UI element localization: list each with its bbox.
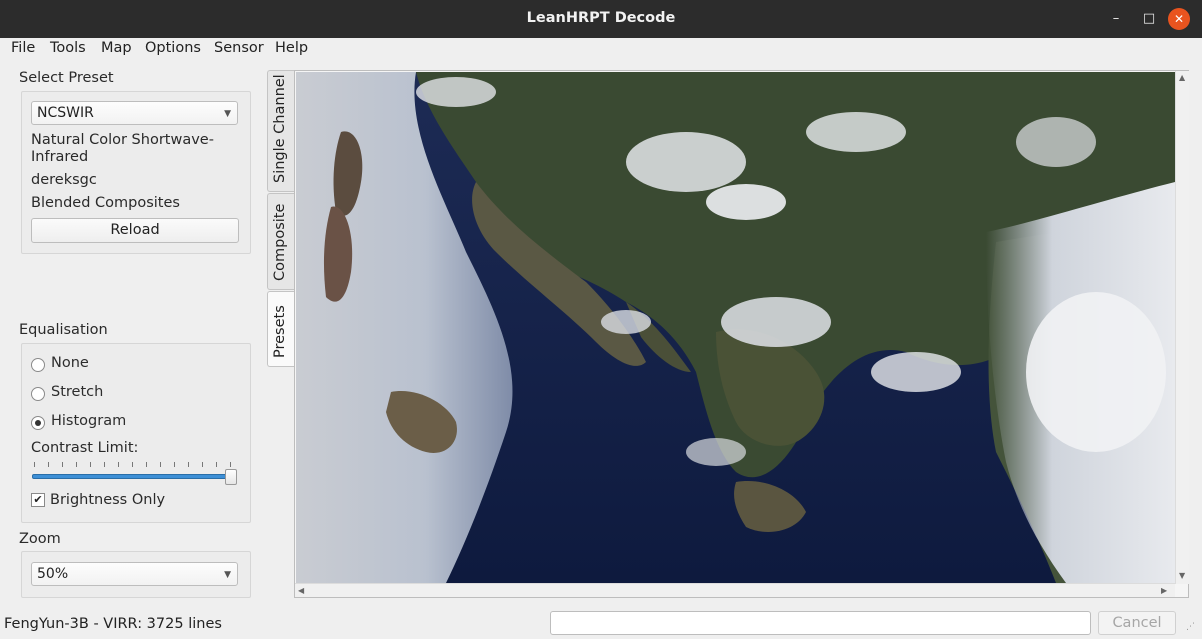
satellite-image — [296, 72, 1175, 583]
preset-section-label: Select Preset — [19, 70, 114, 86]
preset-select[interactable]: NCSWIR ▼ — [31, 101, 238, 125]
arrow-right-icon[interactable]: ▶ — [1161, 586, 1167, 595]
minimize-icon[interactable]: – — [1106, 9, 1126, 29]
radio-none-label: None — [51, 355, 89, 371]
menu-options[interactable]: Options — [145, 40, 201, 56]
tab-presets-label: Presets — [272, 305, 288, 358]
arrow-left-icon[interactable]: ◀ — [298, 586, 304, 595]
preset-name-line1: Natural Color Shortwave- — [31, 132, 214, 148]
zoom-select[interactable]: 50% ▼ — [31, 562, 238, 586]
zoom-section-label: Zoom — [19, 531, 61, 547]
tab-presets[interactable]: Presets — [267, 291, 294, 367]
tab-single-channel[interactable]: Single Channel — [267, 70, 294, 192]
status-text: FengYun-3B - VIRR: 3725 lines — [4, 616, 222, 632]
resize-grip-icon[interactable]: ⋰ — [1186, 622, 1198, 634]
preset-category: Blended Composites — [31, 195, 180, 211]
chevron-down-icon: ▼ — [224, 109, 231, 119]
preset-select-value: NCSWIR — [37, 105, 94, 121]
radio-none-indicator[interactable] — [31, 358, 45, 372]
checkmark-icon: ✔ — [33, 493, 43, 506]
image-viewport[interactable]: ▲ ▼ ◀ ▶ — [294, 70, 1189, 598]
radio-stretch-indicator[interactable] — [31, 387, 45, 401]
arrow-up-icon[interactable]: ▲ — [1179, 73, 1185, 82]
equalisation-section-label: Equalisation — [19, 322, 108, 338]
chevron-down-icon: ▼ — [224, 570, 231, 580]
tab-single-channel-label: Single Channel — [272, 74, 288, 183]
menu-sensor[interactable]: Sensor — [214, 40, 264, 56]
tab-composite-label: Composite — [272, 203, 288, 281]
close-icon[interactable]: ✕ — [1168, 8, 1190, 30]
brightness-only-label: Brightness Only — [50, 492, 166, 508]
contrast-slider[interactable] — [32, 474, 234, 479]
radio-histogram-label: Histogram — [51, 413, 127, 429]
preset-name-line2: Infrared — [31, 149, 89, 165]
menu-file[interactable]: File — [11, 40, 35, 56]
radio-stretch-label: Stretch — [51, 384, 104, 400]
contrast-slider-handle[interactable] — [225, 469, 237, 485]
contrast-limit-label: Contrast Limit: — [31, 440, 139, 456]
radio-histogram-indicator[interactable] — [31, 416, 45, 430]
reload-button[interactable]: Reload — [31, 218, 239, 243]
cancel-button[interactable]: Cancel — [1098, 611, 1176, 635]
menu-help[interactable]: Help — [275, 40, 308, 56]
vertical-scrollbar[interactable]: ▲ ▼ — [1175, 71, 1189, 584]
menubar: File Tools Map Options Sensor Help — [0, 38, 1202, 61]
contrast-slider-ticks — [34, 462, 234, 468]
zoom-select-value: 50% — [37, 566, 69, 582]
window-titlebar[interactable]: LeanHRPT Decode – □ ✕ — [0, 0, 1202, 38]
menu-tools[interactable]: Tools — [50, 40, 86, 56]
preset-author: dereksgc — [31, 172, 97, 188]
tab-composite[interactable]: Composite — [267, 193, 294, 290]
horizontal-scrollbar[interactable]: ◀ ▶ — [295, 583, 1175, 597]
maximize-icon[interactable]: □ — [1139, 9, 1159, 29]
menu-map[interactable]: Map — [101, 40, 132, 56]
window-title: LeanHRPT Decode — [526, 10, 676, 26]
progress-bar — [550, 611, 1091, 635]
arrow-down-icon[interactable]: ▼ — [1179, 571, 1185, 580]
brightness-only-checkbox[interactable]: ✔ — [31, 493, 45, 507]
